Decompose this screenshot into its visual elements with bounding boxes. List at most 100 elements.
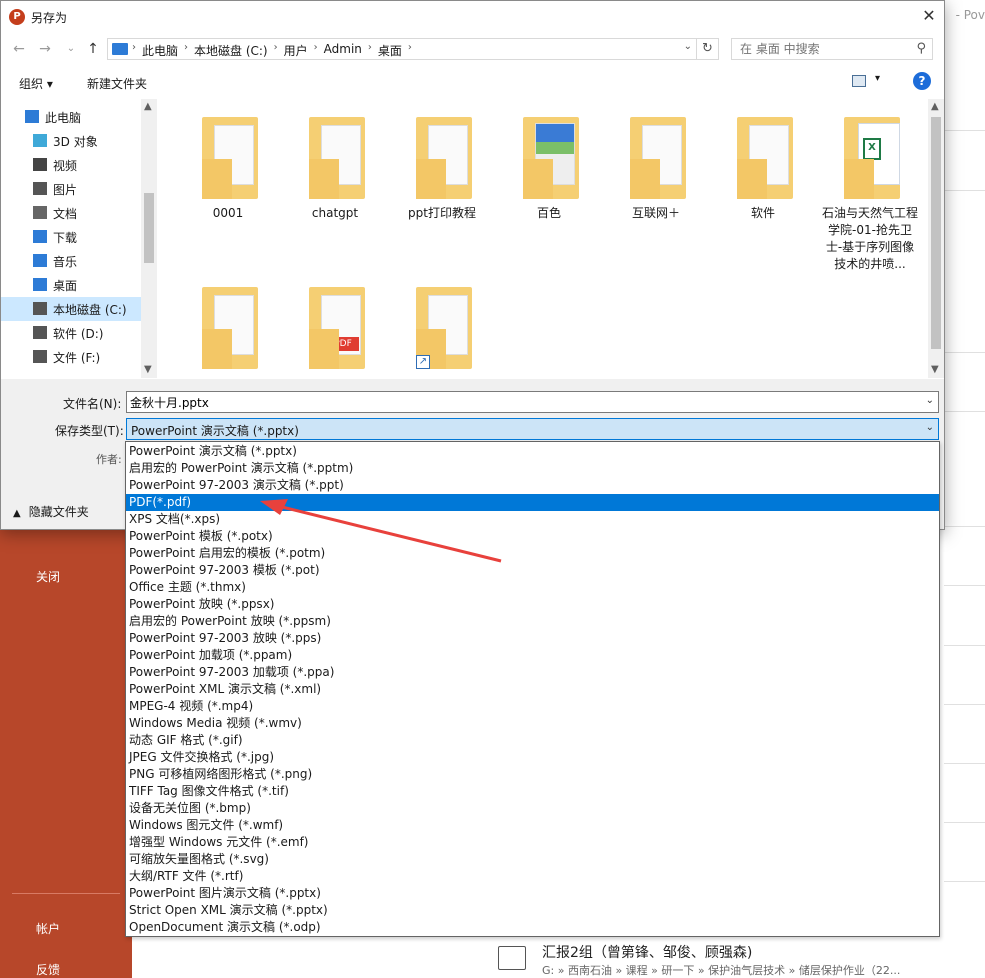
chevron-right-icon[interactable]: ›	[132, 42, 136, 59]
sidebar-item[interactable]: 下载	[1, 225, 141, 249]
save-type-option[interactable]: OpenDocument 演示文稿 (*.odp)	[126, 919, 939, 936]
save-type-option[interactable]: Windows Media 视频 (*.wmv)	[126, 715, 939, 732]
scroll-down-icon[interactable]: ▼	[144, 364, 152, 375]
folder-item[interactable]: chatgpt	[285, 99, 385, 279]
scroll-up-icon[interactable]: ▲	[931, 101, 939, 112]
save-type-option[interactable]: PowerPoint 97-2003 放映 (*.pps)	[126, 630, 939, 647]
folder-item[interactable]: 互联网＋	[606, 99, 706, 279]
save-type-option[interactable]: PowerPoint 演示文稿 (*.pptx)	[126, 443, 939, 460]
save-type-option[interactable]: PowerPoint 97-2003 模板 (*.pot)	[126, 562, 939, 579]
breadcrumb-item[interactable]: 此电脑	[142, 42, 178, 59]
save-type-option[interactable]: Windows 图元文件 (*.wmf)	[126, 817, 939, 834]
save-type-select[interactable]: PowerPoint 演示文稿 (*.pptx) ⌄	[126, 418, 939, 440]
save-type-option[interactable]: 动态 GIF 格式 (*.gif)	[126, 732, 939, 749]
refresh-icon[interactable]: ↻	[696, 39, 718, 59]
up-arrow-icon[interactable]: ↑	[83, 39, 103, 59]
chevron-right-icon[interactable]: ›	[408, 42, 412, 59]
save-type-option[interactable]: PowerPoint 放映 (*.ppsx)	[126, 596, 939, 613]
save-type-option[interactable]: TIFF Tag 图像文件格式 (*.tif)	[126, 783, 939, 800]
sidebar-item[interactable]: 图片	[1, 177, 141, 201]
help-icon[interactable]: ?	[913, 72, 931, 90]
save-type-option[interactable]: PowerPoint 97-2003 加载项 (*.ppa)	[126, 664, 939, 681]
save-type-option[interactable]: PNG 可移植网络图形格式 (*.png)	[126, 766, 939, 783]
save-type-option[interactable]: 启用宏的 PowerPoint 放映 (*.ppsm)	[126, 613, 939, 630]
sidebar-item[interactable]: 软件 (D:)	[1, 321, 141, 345]
save-type-option[interactable]: PowerPoint 图片演示文稿 (*.pptx)	[126, 885, 939, 902]
folder-item[interactable]: ↗	[392, 269, 492, 378]
save-type-option[interactable]: MPEG-4 视频 (*.mp4)	[126, 698, 939, 715]
backstage-menu-item[interactable]: 帐户	[36, 920, 60, 937]
chevron-right-icon[interactable]: ›	[184, 42, 188, 59]
view-dropdown-icon[interactable]: ▾	[875, 73, 880, 84]
scroll-down-icon[interactable]: ▼	[931, 364, 939, 375]
save-type-option[interactable]: PowerPoint 97-2003 演示文稿 (*.ppt)	[126, 477, 939, 494]
chevron-down-icon[interactable]: ⌄	[926, 395, 934, 406]
save-type-option[interactable]: Strict Open XML 演示文稿 (*.pptx)	[126, 902, 939, 919]
filename-input[interactable]	[127, 392, 907, 412]
chevron-down-icon[interactable]: ⌄	[926, 422, 934, 433]
sidebar-item[interactable]: 视频	[1, 153, 141, 177]
sidebar-item[interactable]: 文件 (F:)	[1, 345, 141, 369]
chevron-right-icon[interactable]: ›	[314, 42, 318, 59]
save-type-option[interactable]: JPEG 文件交换格式 (*.jpg)	[126, 749, 939, 766]
sidebar-item[interactable]: 桌面	[1, 273, 141, 297]
folder-icon	[844, 117, 900, 199]
backstage-menu-item[interactable]: 反馈	[36, 961, 60, 978]
close-button[interactable]: ✕	[914, 1, 944, 31]
sidebar-item[interactable]: 音乐	[1, 249, 141, 273]
breadcrumb-item[interactable]: Admin	[324, 42, 362, 59]
save-type-option[interactable]: 大纲/RTF 文件 (*.rtf)	[126, 868, 939, 885]
scroll-thumb[interactable]	[144, 193, 154, 263]
sidebar-item[interactable]: 文档	[1, 201, 141, 225]
scroll-thumb[interactable]	[931, 117, 941, 349]
file-list-scrollbar[interactable]: ▲ ▼	[928, 99, 944, 378]
save-type-option[interactable]: XPS 文档(*.xps)	[126, 511, 939, 528]
folder-item[interactable]: ppt打印教程	[392, 99, 492, 279]
organize-menu[interactable]: 组织 ▾	[19, 75, 53, 92]
filename-field[interactable]: ⌄	[126, 391, 939, 413]
powerpoint-icon: P	[9, 9, 25, 25]
sidebar-scrollbar[interactable]: ▲ ▼	[141, 99, 157, 378]
recent-folder-row[interactable]: 汇报2组（曾第锋、邹俊、顾强森) G: » 西南石油 » 课程 » 研一下 » …	[498, 938, 985, 978]
chevron-down-icon[interactable]: ⌄	[684, 41, 692, 52]
view-options-icon[interactable]	[852, 75, 866, 87]
sidebar-item-label: 下载	[53, 231, 78, 245]
breadcrumb-item[interactable]: 桌面	[378, 42, 402, 59]
folder-item[interactable]: 软件	[713, 99, 813, 279]
chevron-right-icon[interactable]: ›	[368, 42, 372, 59]
new-folder-button[interactable]: 新建文件夹	[87, 75, 147, 92]
recent-locations-icon[interactable]: ⌄	[61, 39, 81, 59]
chevron-right-icon[interactable]: ›	[274, 42, 278, 59]
address-bar[interactable]: › 此电脑 › 本地磁盘 (C:) › 用户 › Admin › 桌面 › ⌄ ↻	[107, 38, 719, 60]
sidebar-item[interactable]: 此电脑	[1, 105, 141, 129]
backstage-menu-item[interactable]: 关闭	[36, 568, 60, 585]
save-type-option[interactable]: PowerPoint 加载项 (*.ppam)	[126, 647, 939, 664]
folder-item[interactable]: 0001	[178, 99, 278, 279]
save-type-option[interactable]: PowerPoint XML 演示文稿 (*.xml)	[126, 681, 939, 698]
scroll-up-icon[interactable]: ▲	[144, 101, 152, 112]
breadcrumb-item[interactable]: 本地磁盘 (C:)	[194, 42, 268, 59]
save-type-option[interactable]: Office 主题 (*.thmx)	[126, 579, 939, 596]
folder-item[interactable]: 石油与天然气工程学院-01-抢先卫士-基于序列图像技术的井喷...	[820, 99, 920, 279]
save-type-option[interactable]: 可缩放矢量图格式 (*.svg)	[126, 851, 939, 868]
save-type-option[interactable]: 设备无关位图 (*.bmp)	[126, 800, 939, 817]
hide-folders-button[interactable]: ▲ 隐藏文件夹	[13, 503, 89, 520]
search-icon[interactable]: ⚲	[916, 41, 926, 56]
sidebar-item[interactable]: 3D 对象	[1, 129, 141, 153]
folder-item[interactable]: PDF	[285, 269, 385, 378]
folder-item[interactable]: 百色	[499, 99, 599, 279]
forward-arrow-icon[interactable]: →	[35, 39, 55, 59]
save-type-option[interactable]: PowerPoint 模板 (*.potx)	[126, 528, 939, 545]
folder-item[interactable]	[178, 269, 278, 378]
save-type-option[interactable]: 启用宏的 PowerPoint 演示文稿 (*.pptm)	[126, 460, 939, 477]
save-type-option[interactable]: PowerPoint 启用宏的模板 (*.potm)	[126, 545, 939, 562]
back-arrow-icon[interactable]: ←	[9, 39, 29, 59]
sidebar-item[interactable]: 本地磁盘 (C:)	[1, 297, 141, 321]
search-input[interactable]	[732, 39, 902, 59]
sidebar-item-label: 图片	[53, 183, 78, 197]
search-box[interactable]: ⚲	[731, 38, 933, 60]
breadcrumb-item[interactable]: 用户	[284, 42, 308, 59]
dialog-titlebar[interactable]: P 另存为 ✕	[1, 1, 944, 33]
save-type-option[interactable]: 增强型 Windows 元文件 (*.emf)	[126, 834, 939, 851]
save-type-option[interactable]: PDF(*.pdf)	[126, 494, 939, 511]
